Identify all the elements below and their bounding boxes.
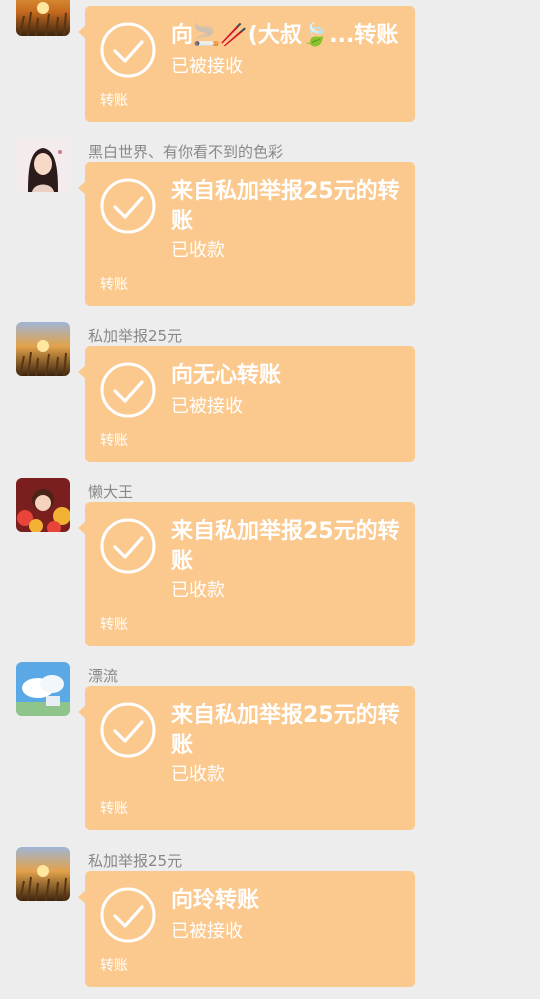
- transfer-title: 来自私加举报25元的转账: [171, 179, 400, 234]
- transfer-status: 已收款: [171, 240, 225, 261]
- transfer-status: 已被接收: [171, 921, 243, 942]
- transfer-card[interactable]: 来自私加举报25元的转账 已收款 转账: [78, 162, 415, 306]
- transfer-footer-label: 转账: [100, 958, 128, 974]
- wheat-field-avatar-image: [16, 322, 70, 376]
- transfer-status: 已收款: [171, 764, 225, 785]
- transfer-footer-label: 转账: [100, 433, 128, 449]
- avatar[interactable]: [16, 662, 70, 716]
- check-circle-icon: [100, 518, 156, 574]
- check-circle-icon: [100, 362, 156, 418]
- avatar[interactable]: [16, 0, 70, 36]
- illustrated-girl-avatar-image: [16, 138, 70, 192]
- transfer-card[interactable]: 向玲转账 已被接收 转账: [78, 871, 415, 987]
- transfer-title: 向🚬🥢(大叔🍃...转账: [171, 23, 399, 48]
- avatar[interactable]: [16, 847, 70, 901]
- wheat-field-avatar-image: [16, 847, 70, 901]
- sender-name: 私加举报25元: [88, 327, 183, 345]
- sender-name: 私加举报25元: [88, 852, 183, 870]
- transfer-title: 来自私加举报25元的转账: [171, 519, 400, 574]
- check-circle-icon: [100, 22, 156, 78]
- avatar[interactable]: [16, 138, 70, 192]
- transfer-title: 来自私加举报25元的转账: [171, 703, 400, 758]
- wheat-field-avatar-image: [16, 0, 70, 36]
- avatar[interactable]: [16, 322, 70, 376]
- transfer-status: 已被接收: [171, 396, 243, 417]
- avatar[interactable]: [16, 478, 70, 532]
- check-circle-icon: [100, 887, 156, 943]
- sender-name: 黑白世界、有你看不到的色彩: [88, 143, 284, 161]
- transfer-status: 已被接收: [171, 56, 243, 77]
- transfer-card[interactable]: 来自私加举报25元的转账 已收款 转账: [78, 502, 415, 646]
- cartoon-child-avatar-image: [16, 478, 70, 532]
- transfer-footer-label: 转账: [100, 801, 128, 817]
- check-circle-icon: [100, 178, 156, 234]
- anime-sky-avatar-image: [16, 662, 70, 716]
- transfer-title: 向玲转账: [171, 888, 260, 913]
- check-circle-icon: [100, 702, 156, 758]
- transfer-status: 已收款: [171, 580, 225, 601]
- transfer-card[interactable]: 来自私加举报25元的转账 已收款 转账: [78, 686, 415, 830]
- sender-name: 懒大王: [88, 483, 134, 501]
- transfer-card[interactable]: 向🚬🥢(大叔🍃...转账 已被接收 转账: [78, 6, 415, 122]
- transfer-footer-label: 转账: [100, 617, 128, 633]
- transfer-footer-label: 转账: [100, 93, 128, 109]
- transfer-card[interactable]: 向无心转账 已被接收 转账: [78, 346, 415, 462]
- sender-name: 漂流: [88, 667, 119, 685]
- transfer-title: 向无心转账: [171, 363, 282, 388]
- transfer-footer-label: 转账: [100, 277, 128, 293]
